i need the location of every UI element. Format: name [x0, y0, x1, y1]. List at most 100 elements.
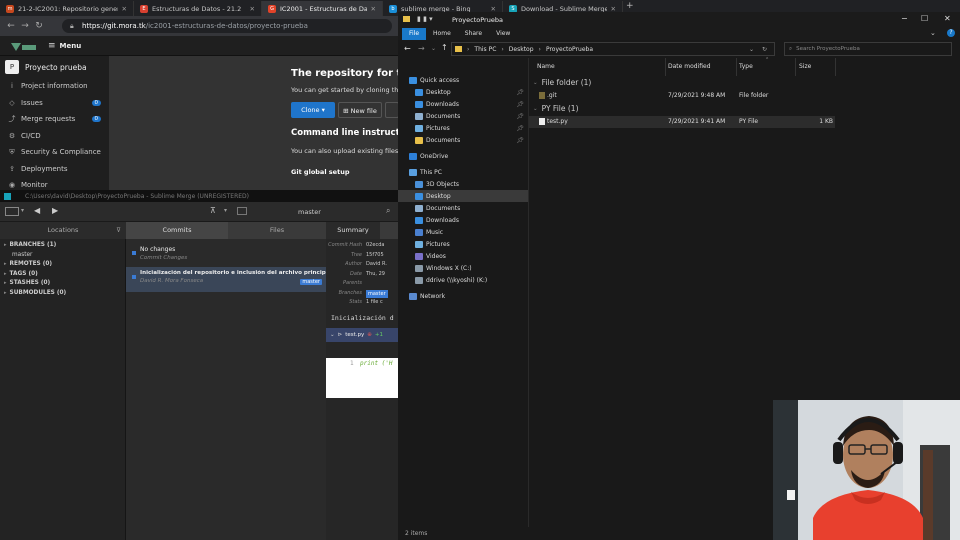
nav-item[interactable]: Videos [398, 250, 528, 262]
summary-value[interactable]: master [366, 289, 388, 298]
summary-value[interactable]: David R. [366, 260, 387, 270]
commit-row[interactable]: Inicialización del repositorio e inclusi… [126, 267, 326, 292]
commit-row[interactable]: No changes Commit Changes [126, 243, 326, 265]
summary-value[interactable]: Thu, 29 [366, 270, 385, 280]
nav-item[interactable]: Documents [398, 202, 528, 214]
stash-icon[interactable]: ⊼ [210, 206, 216, 215]
sidebar-item[interactable]: i Project information [0, 78, 109, 95]
summary-value[interactable]: 1 file c [366, 298, 383, 308]
ribbon-tab[interactable]: View [489, 28, 517, 40]
browser-tab[interactable]: m 21-2-IC2001: Repositorio gener... ✕ [0, 1, 134, 16]
back-arrow-icon[interactable]: ← [404, 44, 411, 53]
nav-item[interactable]: Music [398, 226, 528, 238]
explorer-address-bar[interactable]: › This PC › Desktop › ProyectoPrueba ⌄ ↻ [451, 42, 775, 56]
expand-arrow-icon[interactable]: ▸ [4, 271, 7, 277]
recent-locations-icon[interactable]: ⌄ [431, 45, 436, 52]
sidebar-item[interactable]: ⛨ Security & Compliance [0, 144, 109, 161]
close-tab-icon[interactable]: ✕ [250, 5, 255, 13]
nav-item[interactable]: Documents 📌︎ [398, 134, 528, 146]
nav-item[interactable]: ddrive (\\kyoshi) (K:) [398, 274, 528, 286]
minimize-icon[interactable]: − [901, 14, 908, 23]
summary-value[interactable]: 02ecda [366, 241, 384, 251]
tab-files[interactable]: Files [228, 222, 326, 239]
new-file-button[interactable]: ⊞ New file [338, 102, 382, 118]
close-tab-icon[interactable]: ✕ [371, 5, 376, 13]
explorer-search[interactable]: ⌕ Search ProyectoPrueba [784, 42, 952, 56]
nav-item[interactable]: This PC [398, 166, 528, 178]
gitlab-logo-icon[interactable] [8, 41, 38, 51]
nav-item[interactable]: Windows X (C:) [398, 262, 528, 274]
diff-file-name[interactable]: test.py [345, 332, 364, 338]
menu-icon[interactable]: ≡ [48, 41, 56, 51]
expand-arrow-icon[interactable]: ▸ [4, 290, 7, 296]
nav-item[interactable]: OneDrive [398, 150, 528, 162]
expand-arrow-icon[interactable]: ▸ [4, 261, 7, 267]
column-separator[interactable] [795, 58, 796, 76]
branch-item[interactable]: master [0, 251, 125, 261]
refresh-icon[interactable]: ↻ [762, 46, 767, 53]
branch-selector-icon[interactable] [237, 207, 247, 215]
column-name[interactable]: Name [537, 63, 555, 70]
file-row[interactable]: .git 7/29/2021 9:48 AM File folder [529, 90, 835, 102]
ribbon-tab[interactable]: Share [458, 28, 489, 40]
nav-item[interactable]: Downloads [398, 214, 528, 226]
nav-item[interactable]: Desktop [398, 190, 528, 202]
address-dropdown-icon[interactable]: ⌄ [749, 46, 754, 53]
ribbon-tab[interactable]: File [402, 28, 427, 40]
current-branch[interactable]: master [298, 208, 321, 216]
tab-commits[interactable]: Commits [126, 222, 228, 239]
tree-section[interactable]: ▸ REMOTES (0) [0, 260, 125, 270]
nav-item[interactable]: Quick access [398, 74, 528, 86]
chevron-down-icon[interactable]: ⌄ [533, 106, 538, 112]
breadcrumb-desktop[interactable]: Desktop [509, 46, 534, 53]
quick-access-toolbar[interactable]: ▮ ▮ ▾ [417, 15, 433, 23]
project-header[interactable]: P Proyecto prueba [0, 56, 109, 78]
browser-tab[interactable]: G IC2001 - Estructuras de Datos / ... ✕ [262, 1, 383, 16]
close-tab-icon[interactable]: ✕ [122, 5, 127, 13]
column-date[interactable]: Date modified [668, 63, 711, 70]
reload-icon[interactable]: ↻ [32, 21, 46, 31]
address-bar[interactable]: 🔒︎ https://git.mora.tk/ic2001-estructura… [62, 19, 392, 33]
ribbon-tab[interactable]: Home [426, 28, 458, 40]
clone-button[interactable]: Clone ▾ [291, 102, 335, 118]
tree-section[interactable]: ▸ SUBMODULES (0) [0, 289, 125, 299]
nav-item[interactable]: Desktop 📌︎ [398, 86, 528, 98]
sidebar-item[interactable]: ◇ Issues 0 [0, 95, 109, 112]
tree-section[interactable]: ▸ STASHES (0) [0, 279, 125, 289]
column-separator[interactable] [665, 58, 666, 76]
up-arrow-icon[interactable]: ↑ [441, 43, 448, 52]
sidebar-item[interactable]: ⚙ CI/CD [0, 128, 109, 145]
sidebar-toggle-icon[interactable] [5, 207, 19, 216]
group-header[interactable]: ⌄ PY File (1) [533, 104, 579, 113]
chevron-down-icon[interactable]: ⌄ [330, 332, 335, 338]
forward-arrow-icon[interactable]: → [418, 44, 425, 53]
new-tab-button[interactable]: + [626, 1, 634, 11]
tab-summary[interactable]: Summary [326, 222, 380, 239]
navigate-back-icon[interactable]: ◀ [34, 206, 40, 215]
summary-value[interactable]: 15f705 [366, 251, 384, 261]
group-header[interactable]: ⌄ File folder (1) [533, 78, 591, 87]
nav-item[interactable]: Pictures 📌︎ [398, 122, 528, 134]
ribbon-expand-icon[interactable]: ⌄ [930, 29, 936, 37]
forward-icon[interactable]: → [18, 21, 32, 31]
nav-item[interactable]: Network [398, 290, 528, 302]
sidebar-item[interactable]: ⤴ Merge requests 0 [0, 111, 109, 128]
expand-arrow-icon[interactable]: ▸ [4, 242, 7, 248]
stash-menu-icon[interactable]: ▾ [224, 207, 227, 214]
tree-section[interactable]: ▸ TAGS (0) [0, 270, 125, 280]
filter-icon[interactable]: ⊽ [116, 222, 121, 239]
branch-badge[interactable]: master [300, 279, 322, 285]
breadcrumb-current[interactable]: ProyectoPrueba [546, 46, 593, 53]
close-icon[interactable]: ✕ [944, 14, 951, 23]
nav-item[interactable]: Documents 📌︎ [398, 110, 528, 122]
expand-arrow-icon[interactable]: ▸ [4, 280, 7, 286]
search-icon[interactable]: ⌕ [386, 206, 390, 216]
back-icon[interactable]: ← [4, 21, 18, 31]
browser-tab[interactable]: E Estructuras de Datos - 21.2 ✕ [134, 1, 262, 16]
column-size[interactable]: Size [799, 63, 811, 70]
navigate-forward-icon[interactable]: ▶ [52, 206, 58, 215]
layout-menu-icon[interactable]: ▾ [21, 207, 24, 214]
more-button[interactable] [385, 102, 399, 118]
tab-locations[interactable]: Locations ⊽ [0, 222, 126, 239]
sidebar-item[interactable]: ⇪ Deployments [0, 161, 109, 178]
